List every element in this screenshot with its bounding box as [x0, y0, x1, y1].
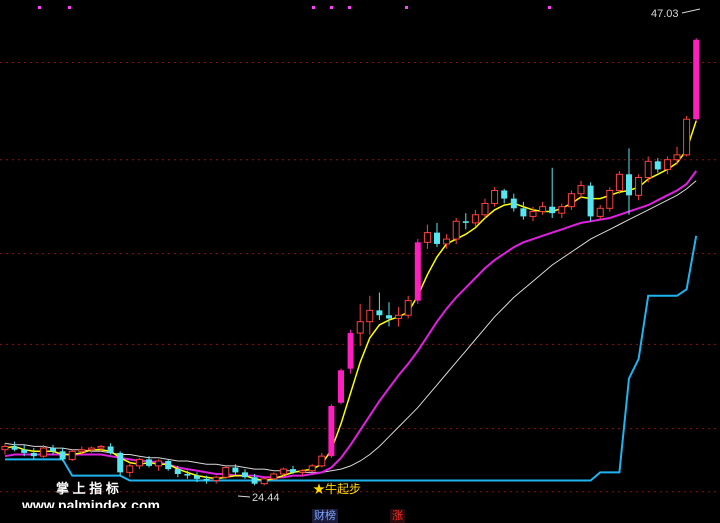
- chart-background: [0, 0, 720, 523]
- candle-body-72: [693, 39, 700, 120]
- candle-body-67: [644, 160, 652, 179]
- candle-body-8: [78, 449, 86, 452]
- candle-body-34: [328, 405, 335, 457]
- candle-body-64: [615, 173, 623, 191]
- candle-body-2: [21, 449, 28, 453]
- candle-body-28: [270, 473, 278, 480]
- candle-body-70: [673, 154, 681, 161]
- candle-body-12: [117, 452, 124, 473]
- tab-caibang[interactable]: 财榜: [312, 509, 338, 523]
- candle-body-55: [529, 211, 537, 217]
- candle-body-43: [414, 242, 421, 301]
- candle-body-50: [481, 202, 489, 216]
- candle-body-46: [443, 238, 451, 245]
- candle-body-1: [11, 446, 18, 450]
- candle-body-33: [318, 455, 326, 467]
- candle-body-17: [165, 461, 172, 470]
- candle-body-30: [290, 469, 296, 473]
- candle-body-68: [654, 161, 661, 170]
- candle-body-65: [626, 174, 632, 196]
- candle-body-38: [366, 309, 374, 323]
- candle-body-22: [212, 476, 220, 481]
- candle-body-32: [308, 465, 316, 472]
- candle-body-49: [471, 214, 479, 224]
- candle-body-24: [232, 467, 239, 473]
- candle-body-39: [376, 310, 383, 316]
- candle-body-58: [558, 206, 566, 214]
- candle-body-59: [567, 193, 575, 208]
- candle-body-35: [338, 370, 344, 403]
- candle-body-14: [135, 458, 143, 467]
- candle-body-56: [539, 206, 547, 213]
- candle-body-52: [501, 190, 508, 199]
- candle-body-71: [683, 118, 691, 156]
- candle-body-51: [491, 189, 499, 204]
- candle-body-31: [299, 470, 307, 473]
- candle-body-47: [452, 220, 460, 240]
- tab-zhang[interactable]: 涨: [390, 509, 405, 523]
- candle-body-5: [50, 448, 56, 452]
- candle-body-21: [203, 478, 210, 481]
- candle-body-62: [596, 207, 604, 217]
- candle-body-36: [347, 333, 354, 369]
- candle-body-60: [577, 185, 585, 195]
- candle-body-20: [194, 475, 200, 479]
- candle-body-66: [635, 177, 643, 196]
- candle-body-40: [386, 315, 392, 319]
- high-price-label: 47.03: [651, 8, 679, 20]
- candle-body-57: [549, 206, 556, 214]
- candle-body-18: [174, 469, 181, 474]
- candle-body-13: [126, 465, 134, 473]
- candle-body-6: [59, 451, 66, 460]
- candle-body-11: [107, 446, 114, 453]
- candle-body-42: [404, 300, 412, 316]
- candle-body-61: [587, 185, 594, 217]
- signal-label: ★牛起步: [313, 481, 361, 496]
- candle-body-53: [510, 198, 517, 209]
- candle-body-37: [356, 321, 364, 334]
- candle-body-16: [155, 460, 163, 467]
- candle-body-0: [1, 445, 9, 451]
- price-chart[interactable]: 47.03 24.44 ★牛起步 掌 上 指 标 www.palmindex.c…: [0, 0, 720, 523]
- candle-body-44: [423, 232, 431, 243]
- candle-body-15: [146, 459, 152, 466]
- candle-body-29: [279, 468, 287, 475]
- candle-body-27: [260, 478, 268, 485]
- candle-body-3: [30, 452, 37, 457]
- candle-body-23: [222, 467, 230, 478]
- low-price-label: 24.44: [252, 492, 280, 504]
- candle-body-4: [39, 447, 47, 457]
- bottom-tab-bar: [0, 508, 720, 523]
- candle-body-41: [395, 314, 403, 319]
- candle-body-69: [663, 159, 671, 170]
- candle-body-10: [97, 445, 105, 449]
- candle-body-48: [462, 221, 469, 223]
- candle-body-54: [520, 208, 527, 217]
- candle-body-9: [87, 447, 95, 451]
- candle-body-19: [184, 473, 191, 476]
- candle-body-25: [242, 472, 248, 478]
- watermark-chinese: 掌 上 指 标: [56, 481, 119, 496]
- candle-body-63: [606, 189, 614, 209]
- candle-body-26: [251, 477, 258, 484]
- candle-body-7: [68, 450, 76, 460]
- candle-body-45: [434, 232, 440, 244]
